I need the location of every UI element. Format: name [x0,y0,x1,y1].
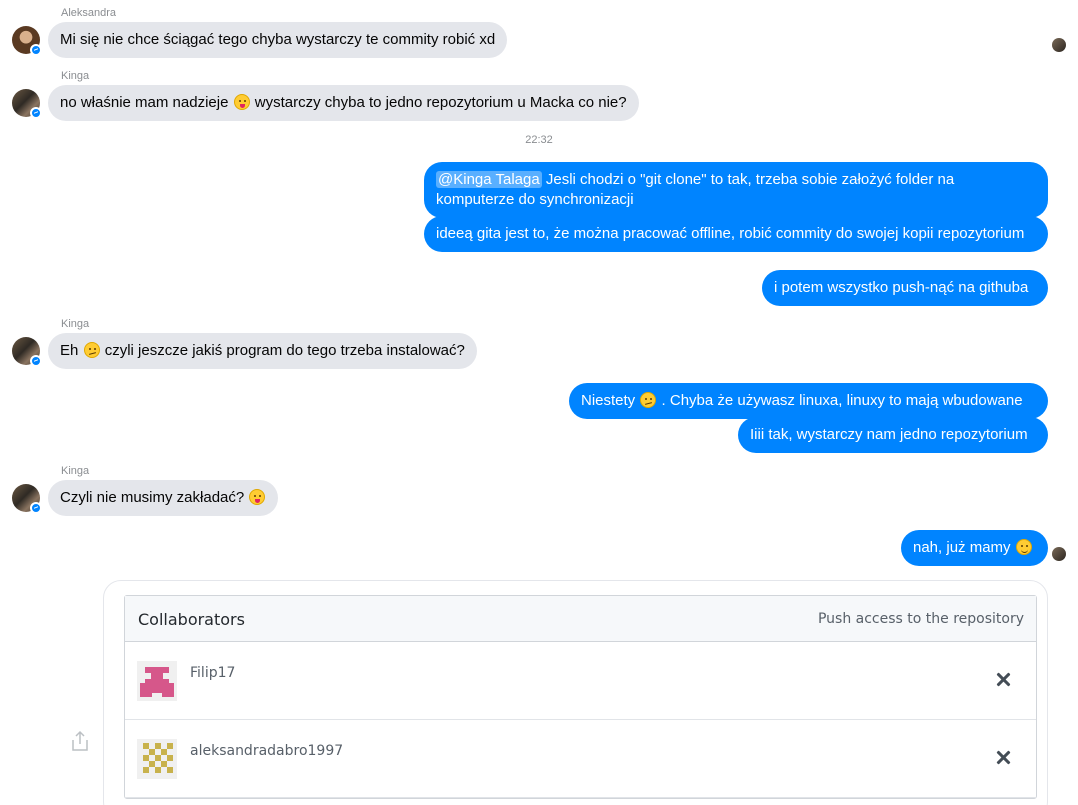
message-bubble-outgoing[interactable]: ideeą gita jest to, że można pracować of… [424,216,1048,252]
identicon-avatar [137,661,177,701]
message-bubble-outgoing[interactable]: @Kinga Talaga Jesli chodzi o "git clone"… [424,162,1048,218]
message-text: ideeą gita jest to, że można pracować of… [436,225,1025,242]
message-bubble-outgoing[interactable]: Niestety . Chyba że używasz linuxa, linu… [569,383,1048,419]
collaborators-title: Collaborators [138,610,245,629]
message-text: czyli jeszcze jakiś program do tego trze… [104,342,465,359]
message-text: Czyli nie musimy zakładać? [60,489,245,506]
confused-face-emoji-icon [640,392,657,408]
collaborators-header: Collaborators Push access to the reposit… [125,596,1036,642]
message-text: Niestety [581,392,636,409]
close-icon[interactable] [994,747,1012,767]
message-bubble-outgoing[interactable]: Iiii tak, wystarczy nam jedno repozytori… [738,417,1048,453]
mention-tag[interactable]: @Kinga Talaga [436,171,542,188]
message-text: Mi się nie chce ściągać tego chyba wysta… [60,31,496,48]
message-text: Iiii tak, wystarczy nam jedno repozytori… [750,426,1028,443]
wink-face-emoji-icon [1015,539,1032,555]
messenger-badge-icon [30,355,42,367]
tongue-face-emoji-icon [249,489,266,505]
sender-name-kinga: Kinga [61,465,90,477]
tongue-face-emoji-icon [233,94,250,110]
collaborator-username[interactable]: aleksandradabro1997 [190,743,343,759]
message-text: . Chyba że używasz linuxa, linuxy to maj… [661,392,1023,409]
message-text: Eh [60,342,79,359]
avatar-kinga[interactable] [12,484,42,514]
message-bubble-outgoing[interactable]: nah, już mamy [901,530,1048,566]
message-text: nah, już mamy [913,539,1011,556]
message-bubble-incoming[interactable]: Eh czyli jeszcze jakiś program do tego t… [48,333,477,369]
message-bubble-incoming[interactable]: no właśnie mam nadzieje wystarczy chyba … [48,85,639,121]
messenger-badge-icon [30,44,42,56]
sender-name-aleksandra: Aleksandra [61,7,117,19]
avatar-kinga[interactable] [12,89,42,119]
timestamp-divider: 22:32 [525,134,553,146]
image-attachment[interactable]: Collaborators Push access to the reposit… [103,580,1048,805]
message-bubble-outgoing[interactable]: i potem wszystko push-nąć na githuba [762,270,1048,306]
collaborators-subtitle: Push access to the repository [817,611,1024,627]
message-text: wystarczy chyba to jedno repozytorium u … [254,94,627,111]
collaborator-row: aleksandradabro1997 [125,720,1036,798]
share-icon[interactable] [70,730,90,752]
messenger-badge-icon [30,502,42,514]
message-bubble-incoming[interactable]: Czyli nie musimy zakładać? [48,480,279,516]
identicon-avatar [137,739,177,779]
collaborator-username[interactable]: Filip17 [190,665,235,681]
sender-name-kinga: Kinga [61,318,90,330]
collaborator-row: Filip17 [125,642,1036,720]
avatar-aleksandra[interactable] [12,26,42,56]
message-bubble-incoming[interactable]: Mi się nie chce ściągać tego chyba wysta… [48,22,508,58]
read-receipt-avatar [1052,38,1066,52]
confused-face-emoji-icon [83,342,100,358]
avatar-kinga[interactable] [12,337,42,367]
close-icon[interactable] [994,669,1012,689]
sender-name-kinga: Kinga [61,70,90,82]
message-text: i potem wszystko push-nąć na githuba [774,279,1029,296]
messenger-badge-icon [30,107,42,119]
message-text: no właśnie mam nadzieje [60,94,229,111]
read-receipt-avatar [1052,547,1066,561]
collaborators-panel: Collaborators Push access to the reposit… [124,595,1037,799]
